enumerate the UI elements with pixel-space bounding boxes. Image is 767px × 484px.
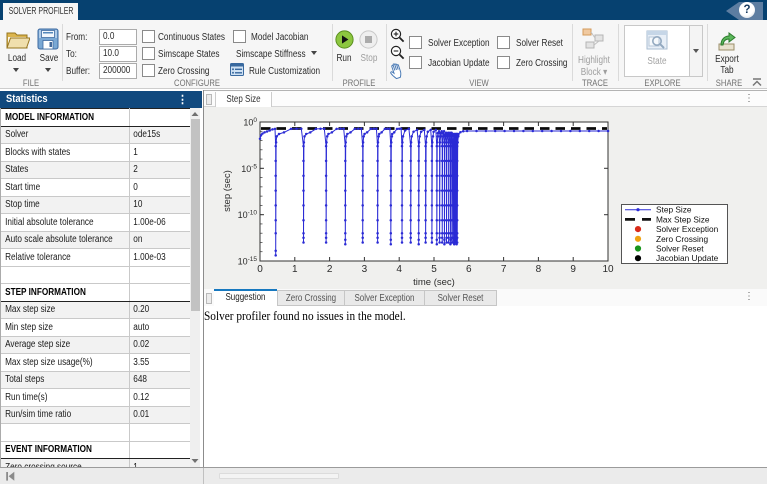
svg-text:2: 2 bbox=[327, 264, 333, 275]
svg-text:3: 3 bbox=[362, 264, 368, 275]
svg-text:1: 1 bbox=[292, 264, 298, 275]
svg-text:Solver Exception: Solver Exception bbox=[656, 224, 719, 234]
svg-text:8: 8 bbox=[536, 264, 542, 275]
svg-text:Zero Crossing: Zero Crossing bbox=[656, 234, 708, 244]
svg-text:time (sec): time (sec) bbox=[413, 277, 455, 288]
svg-text:Solver Reset: Solver Reset bbox=[656, 244, 704, 254]
svg-text:0: 0 bbox=[257, 264, 263, 275]
svg-text:7: 7 bbox=[501, 264, 507, 275]
svg-text:10: 10 bbox=[602, 264, 614, 275]
svg-text:Step Size: Step Size bbox=[656, 205, 692, 215]
svg-text:4: 4 bbox=[396, 264, 402, 275]
svg-text:6: 6 bbox=[466, 264, 472, 275]
svg-text:Max Step Size: Max Step Size bbox=[656, 214, 710, 224]
svg-text:Jacobian Update: Jacobian Update bbox=[656, 253, 719, 263]
svg-text:9: 9 bbox=[570, 264, 576, 275]
svg-text:5: 5 bbox=[431, 264, 437, 275]
svg-text:step (sec): step (sec) bbox=[222, 170, 233, 212]
